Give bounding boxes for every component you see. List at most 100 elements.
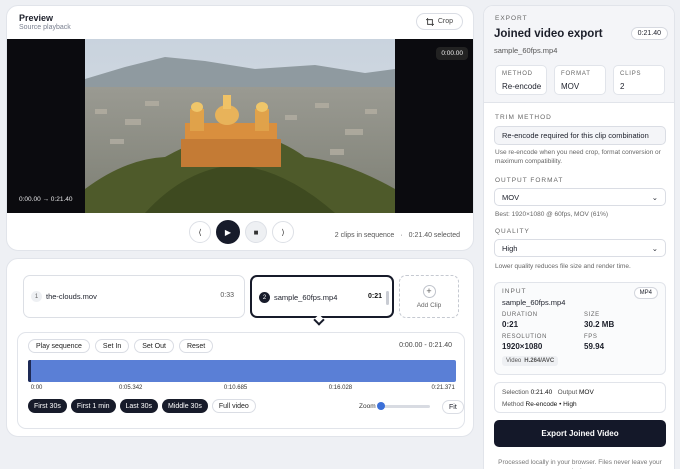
zoom-slider-thumb[interactable] [376,402,385,410]
trim-method-value: Re-encode required for this clip combina… [502,131,649,140]
timeline-track[interactable] [28,360,456,382]
quality-select[interactable]: High ⌄ [494,239,666,257]
input-duration: DURATION 0:21 [502,312,538,329]
tick-label: 0:00 [30,385,43,391]
preset-first-1-min[interactable]: First 1 min [70,399,116,413]
video-player[interactable]: 0:00.00 → 0:21.40 0:00.00 [7,39,473,213]
export-filename: sample_60fps.mp4 [494,46,558,55]
summary-value: Re-encode • High [525,401,577,408]
clip-name: sample_60fps.mp4 [274,293,338,302]
input-resolution: RESOLUTION 1920×1080 [502,334,547,351]
chevron-down-icon: ⌄ [651,192,658,202]
stat-label: CLIPS [620,71,642,77]
add-clip-label: Add Clip [416,301,442,309]
meta-label: RESOLUTION [502,334,548,340]
summary-value: 0:21.40 [530,389,553,396]
stat-label: FORMAT [561,71,591,77]
tick-label: 0:05.342 [119,385,143,391]
quality-label: QUALITY [495,228,530,235]
meta-value: 0:21 [502,320,519,329]
trim-method-field: Re-encode required for this clip combina… [494,126,666,145]
editor-range: 0:00.00 - 0:21.40 [399,342,452,349]
zoom-control: Zoom [359,402,430,410]
playback-status: 2 clips in sequence · 0:21.40 selected [335,232,460,239]
meta-label: SIZE [584,312,600,318]
input-fps: FPS 59.94 [584,334,604,351]
quality-help: Lower quality reduces file size and rend… [495,263,631,270]
preview-title: Preview [19,13,54,23]
play-sequence-button[interactable]: Play sequence [28,339,90,353]
input-size: SIZE 30.2 MB [584,312,614,329]
clip-card-2-selected[interactable]: 2 sample_60fps.mp4 0:21 [250,275,394,318]
meta-value: 59.94 [584,342,605,351]
summary-label: Method [502,401,524,408]
clip-index: 1 [31,291,42,302]
tick-label: 0:10.685 [223,385,248,391]
playback-controls: ⟨ ▶ ■ ⟩ [189,220,294,244]
skip-back-icon: ⟨ [198,227,202,237]
clip-index: 2 [259,292,270,303]
meta-label: DURATION [502,312,538,318]
timeline-ticks: 0:00 0:05.342 0:10.685 0:16.028 0:21.371 [28,385,456,393]
plus-icon: + [422,284,436,298]
meta-value: 30.2 MB [584,320,615,329]
stat-value: MOV [561,82,580,91]
preset-last-30s[interactable]: Last 30s [119,399,158,413]
clip-duration: 0:33 [220,292,234,299]
stat-label: METHOD [502,71,533,77]
skip-forward-button[interactable]: ⟩ [272,221,294,243]
output-format-value: MOV [502,192,520,202]
export-header: EXPORT Joined video export 0:21.40 sampl… [484,6,674,103]
play-icon: ▶ [224,227,232,237]
add-clip-button[interactable]: + Add Clip [399,275,459,318]
zoom-slider[interactable] [376,402,430,410]
crop-button[interactable]: Crop [415,13,463,30]
codec-value: H.264/AVC [524,358,555,364]
clips-count-status: 2 clips in sequence [334,232,395,239]
codec-tag: Video H.264/AVC [502,356,559,366]
stop-button[interactable]: ■ [245,221,267,243]
chevron-down-icon: ⌄ [651,243,658,253]
meta-value: 1920×1080 [502,342,543,351]
clip-name: the-clouds.mov [46,292,97,301]
preset-middle-30s[interactable]: Middle 30s [161,399,208,413]
stat-method: METHOD Re-encode [495,65,547,95]
export-summary: Selection 0:21.40 Output MOV Method Re-e… [494,382,666,413]
reset-button[interactable]: Reset [178,339,214,353]
set-out-button[interactable]: Set Out [134,339,174,353]
skip-forward-icon: ⟩ [281,227,285,237]
output-format-label: OUTPUT FORMAT [495,177,564,184]
play-button[interactable]: ▶ [216,220,240,244]
tick-label: 0:21.371 [431,385,455,391]
preset-first-30s[interactable]: First 30s [28,399,67,413]
trim-editor: Play sequence Set In Set Out Reset 0:00.… [17,332,465,429]
stat-format: FORMAT MOV [554,65,606,95]
summary-value: MOV [579,389,594,396]
export-joined-video-button[interactable]: Export Joined Video [494,420,666,447]
video-time-badge: 0:00.00 [436,47,468,60]
editor-buttons: Play sequence Set In Set Out Reset [28,339,214,353]
stat-value: Re-encode [502,82,542,91]
trim-presets: First 30s First 1 min Last 30s Middle 30… [28,399,256,413]
fit-button[interactable]: Fit [442,400,464,414]
clip-card-1[interactable]: 1 the-clouds.mov 0:33 [23,275,245,318]
zoom-label: Zoom [359,403,376,410]
input-label: INPUT [502,288,527,295]
summary-row-selection: Selection 0:21.40 Output MOV [502,389,594,396]
summary-label: Selection [502,389,529,396]
clip-duration: 0:21 [367,293,382,300]
timeline-panel: 1 the-clouds.mov 0:33 2 sample_60fps.mp4… [6,258,474,437]
export-title: Joined video export [494,28,603,40]
crop-icon [425,17,434,26]
preset-full-video[interactable]: Full video [211,399,256,413]
video-time-range: 0:00.00 → 0:21.40 [19,196,73,203]
input-format-badge: MP4 [633,287,658,299]
selected-duration-status: 0:21.40 selected [408,232,460,239]
tick-label: 0:16.028 [328,385,353,391]
video-frame-image [85,39,395,213]
skip-back-button[interactable]: ⟨ [189,221,211,243]
set-in-button[interactable]: Set In [94,339,130,353]
summary-label: Output [557,389,578,396]
drag-handle-icon[interactable] [386,291,389,305]
output-format-select[interactable]: MOV ⌄ [494,188,666,206]
